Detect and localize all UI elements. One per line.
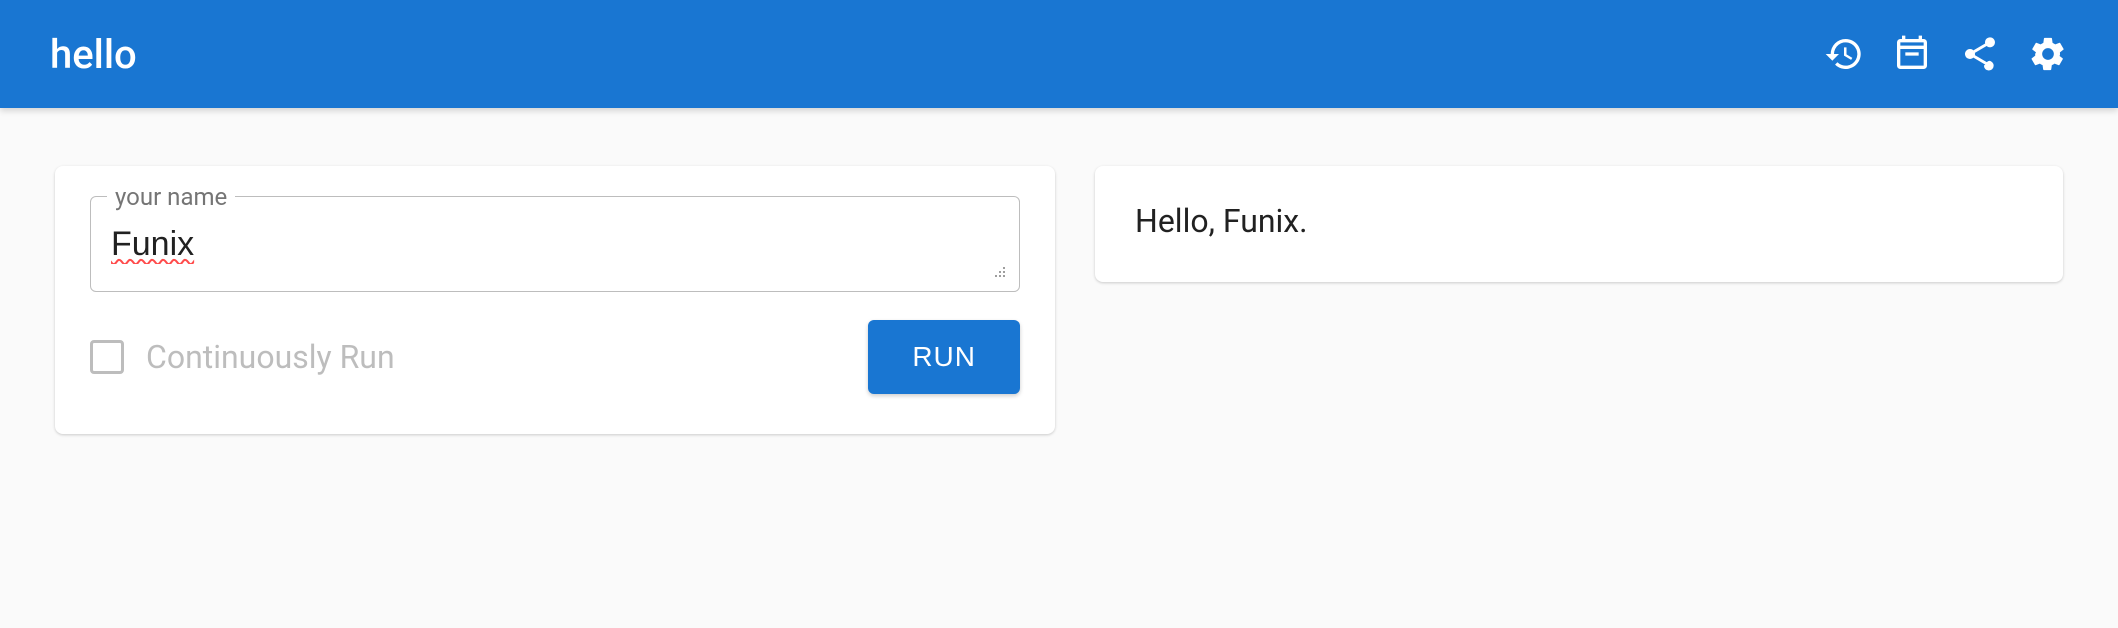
- continuously-run-label: Continuously Run: [146, 338, 395, 376]
- continuously-run-group: Continuously Run: [90, 338, 395, 376]
- output-panel: Hello, Funix.: [1095, 166, 2063, 282]
- app-header: hello: [0, 0, 2118, 108]
- resize-handle-icon[interactable]: [983, 255, 1007, 279]
- controls-row: Continuously Run RUN: [90, 320, 1020, 394]
- name-field-container: your name: [90, 196, 1020, 292]
- output-text: Hello, Funix.: [1135, 202, 2023, 240]
- app-title: hello: [50, 31, 137, 78]
- continuously-run-checkbox[interactable]: [90, 340, 124, 374]
- name-input[interactable]: [111, 225, 999, 264]
- share-icon[interactable]: [1960, 34, 2000, 74]
- calendar-icon[interactable]: [1892, 34, 1932, 74]
- main-content: your name Continuously Run RUN Hello, Fu…: [0, 108, 2118, 492]
- run-button[interactable]: RUN: [868, 320, 1020, 394]
- name-field-label: your name: [107, 183, 235, 211]
- input-panel: your name Continuously Run RUN: [55, 166, 1055, 434]
- history-icon[interactable]: [1824, 34, 1864, 74]
- settings-icon[interactable]: [2028, 34, 2068, 74]
- header-toolbar: [1824, 34, 2068, 74]
